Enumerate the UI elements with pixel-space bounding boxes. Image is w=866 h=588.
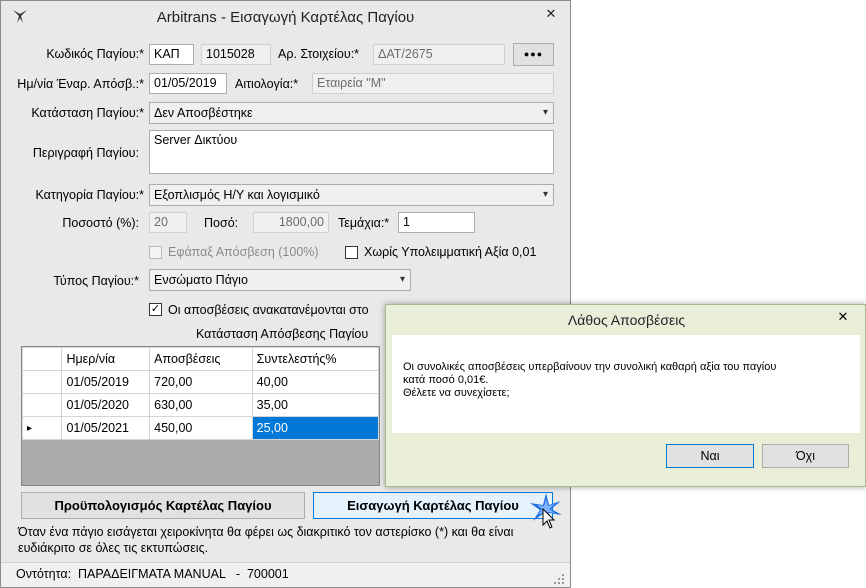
table-row[interactable]: 01/05/2020 630,00 35,00 [22,393,379,417]
amount-field: 1800,00 [253,212,329,233]
lump-checkbox [149,246,162,259]
code-label: Κωδικός Παγίου:* [46,47,144,61]
row-header[interactable] [22,370,63,394]
cell-date[interactable]: 01/05/2019 [61,370,151,394]
more-button[interactable]: ●●● [513,43,554,66]
desc-field[interactable]: Server Δικτύου [149,130,554,174]
status-bar: Οντότητα: ΠΑΡΑΔΕΙΓΜΑΤΑ MANUAL - 700001 [1,562,570,587]
dialog-close-button[interactable]: ✕ [830,307,856,327]
cell-rate[interactable]: 40,00 [251,370,379,394]
type-select[interactable]: Ενσώματο Πάγιο ▾ [149,269,411,291]
status-value: Δεν Αποσβέστηκε [154,106,253,120]
redistribute-checkbox[interactable]: ✓ [149,303,162,316]
current-row-icon[interactable]: ▸ [22,416,63,440]
col-header-depreciation[interactable]: Αποσβέσεις [149,347,253,371]
desc-label: Περιγραφή Παγίου: [32,146,139,160]
cell-rate-selected[interactable]: 25,00 [251,416,379,440]
depr-status-label: Κατάσταση Απόσβεσης Παγίου [196,327,369,341]
dialog-message: Οι συνολικές αποσβέσεις υπερβαίνουν την … [403,361,777,399]
pieces-field[interactable]: 1 [398,212,475,233]
reason-field: Εταιρεία "Μ" [312,73,554,94]
type-value: Ενσώματο Πάγιο [154,273,248,287]
status-label: Κατάσταση Παγίου:* [31,106,144,120]
preview-button[interactable]: Προϋπολογισμός Καρτέλας Παγίου [21,492,305,519]
cell-date[interactable]: 01/05/2021 [61,416,151,440]
doc-label: Αρ. Στοιχείου:* [278,47,360,61]
title-bar[interactable]: Arbitrans - Εισαγωγή Καρτέλας Παγίου ✕ [1,1,570,31]
date-field[interactable]: 01/05/2019 [149,73,227,94]
redistribute-label: Οι αποσβέσεις ανακατανέμονται στο [168,303,369,317]
error-dialog: Λάθος Αποσβέσεις ✕ Οι συνολικές αποσβέσε… [385,304,866,487]
insert-button[interactable]: Εισαγωγή Καρτέλας Παγίου [313,492,553,519]
category-value: Εξοπλισμός Η/Υ και λογισμικό [154,188,320,202]
chevron-down-icon: ▾ [542,107,548,118]
amount-label: Ποσό: [204,216,239,230]
code-number-field: 1015028 [201,44,271,65]
cell-depreciation[interactable]: 630,00 [149,393,253,417]
code-prefix-field[interactable]: ΚΑΠ [149,44,194,65]
col-header-rate[interactable]: Συντελεστής% [251,347,379,371]
dialog-body: Οι συνολικές αποσβέσεις υπερβαίνουν την … [392,335,860,433]
cell-date[interactable]: 01/05/2020 [61,393,151,417]
resize-grip-icon[interactable] [553,573,565,585]
pieces-label: Τεμάχια:* [338,216,390,230]
status-select[interactable]: Δεν Αποσβέστηκε ▾ [149,102,554,124]
category-select[interactable]: Εξοπλισμός Η/Υ και λογισμικό ▾ [149,184,554,206]
depreciation-grid[interactable]: Ημερ/νία Αποσβέσεις Συντελεστής% 01/05/2… [21,346,380,486]
window-title: Arbitrans - Εισαγωγή Καρτέλας Παγίου [156,9,415,26]
dialog-title: Λάθος Αποσβέσεις [567,312,686,328]
grid-corner [22,347,63,371]
residual-checkbox[interactable] [345,246,358,259]
chevron-down-icon: ▾ [542,189,548,200]
lump-label: Εφάπαξ Απόσβεση (100%) [168,245,319,259]
entity-value: ΠΑΡΑΔΕΙΓΜΑΤΑ MANUAL - 700001 [78,567,289,581]
col-header-date[interactable]: Ημερ/νία [61,347,151,371]
cell-depreciation[interactable]: 450,00 [149,416,253,440]
cell-rate[interactable]: 35,00 [251,393,379,417]
manual-note: Όταν ένα πάγιο εισάγεται χειροκίνητα θα … [18,525,514,555]
no-button[interactable]: Όχι [762,444,849,468]
residual-label: Χωρίς Υπολειμματική Αξία 0,01 [364,245,537,259]
chevron-down-icon: ▾ [399,274,405,285]
percent-label: Ποσοστό (%): [62,216,139,230]
row-header[interactable] [22,393,63,417]
close-button[interactable]: ✕ [538,5,564,23]
percent-field: 20 [149,212,187,233]
entity-label: Οντότητα: [16,567,72,581]
table-row[interactable]: ▸ 01/05/2021 450,00 25,00 [22,416,379,440]
yes-button[interactable]: Ναι [666,444,754,468]
table-row[interactable]: 01/05/2019 720,00 40,00 [22,370,379,394]
type-label: Τύπος Παγίου:* [53,274,139,288]
cell-depreciation[interactable]: 720,00 [149,370,253,394]
reason-label: Αιτιολογία:* [235,77,299,91]
main-window: Arbitrans - Εισαγωγή Καρτέλας Παγίου ✕ Κ… [0,0,571,588]
date-label: Ημ/νία Έναρ. Απόσβ.:* [17,77,144,91]
category-label: Κατηγορία Παγίου:* [35,188,145,202]
doc-field: ΔΑΤ/2675 [373,44,505,65]
